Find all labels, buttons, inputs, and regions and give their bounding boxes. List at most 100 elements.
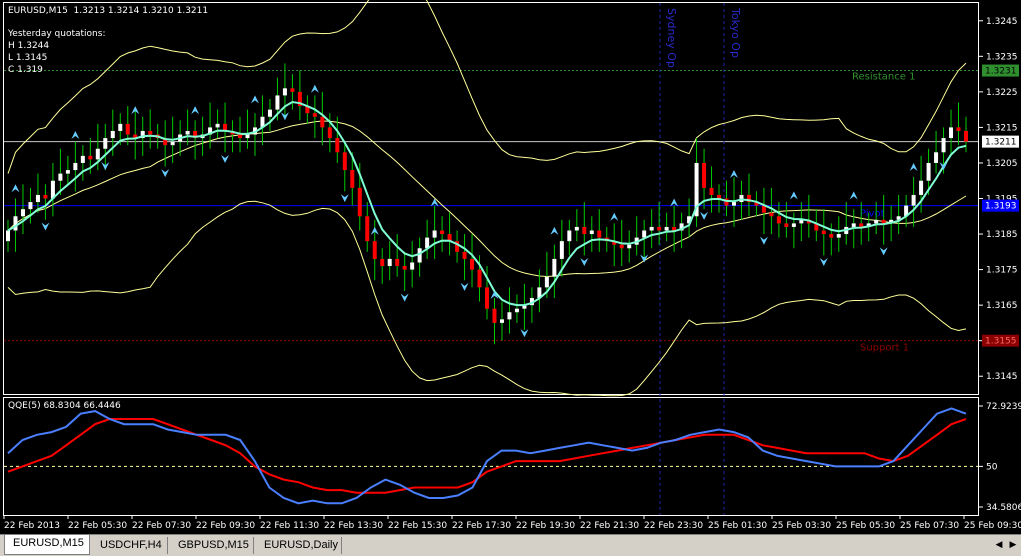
bull-candle [926,162,931,181]
bull-candle [941,138,946,153]
time-axis-label: 22 Feb 17:30 [452,521,511,531]
time-axis-label: 22 Feb 15:30 [388,521,447,531]
bear-candle [320,116,325,128]
pivot-price-tag: 1.3193 [985,202,1017,212]
tab-eurusd-daily[interactable]: EURUSD,Daily [256,537,342,554]
bear-candle [582,226,587,235]
bear-candle [335,138,340,153]
bear-candle [350,170,355,188]
bear-candle [964,130,968,142]
tab-gbpusd-m15[interactable]: GBPUSD,M15 [170,537,254,554]
buy-arrow-icon [71,130,80,139]
sell-arrow-icon [520,329,529,338]
bull-candle [642,230,647,238]
bull-candle [589,230,594,235]
buy-arrow-icon [729,170,738,179]
price-axis-label: 1.3245 [986,17,1018,27]
bull-candle [911,194,916,206]
time-axis-label: 22 Feb 05:30 [68,521,127,531]
current-price-tag: 1.3211 [985,138,1017,148]
yesterday-high: H 1.3244 [8,41,50,51]
bear-candle [776,216,781,224]
bull-candle [627,244,632,249]
bear-candle [238,134,243,139]
bull-candle [552,258,557,277]
price-axis-label: 1.3205 [986,159,1018,169]
buy-arrow-icon [191,106,200,115]
bull-candle [731,202,736,206]
buy-arrow-icon [610,212,619,221]
bear-candle [43,194,48,199]
bear-candle [440,230,445,235]
bull-candle [6,230,10,242]
bear-candle [619,244,624,249]
bull-candle [874,219,879,224]
yesterday-heading: Yesterday quotations: [8,29,106,39]
bear-candle [125,123,130,135]
sell-arrow-icon [819,258,828,267]
bear-candle [769,212,774,217]
buy-arrow-icon [550,226,559,235]
buy-arrow-icon [11,184,20,193]
bull-candle [417,248,422,263]
bear-candle [372,241,377,259]
time-axis-label: 22 Feb 13:30 [324,521,383,531]
bull-candle [35,194,40,203]
qqe-fast-line [7,407,967,505]
bear-candle [365,216,370,242]
price-axis-label: 1.3165 [986,301,1018,311]
bear-candle [597,230,602,238]
tab-scroll-right-icon[interactable]: ▶ [1007,539,1019,551]
chart-tab-bar: EURUSD,M15 USDCHF,H4 GBPUSD,M15 EURUSD,D… [0,534,1021,556]
chart-area[interactable]: Sydney Op Tokyo Op Resistance 1 Support 1 Pi… [0,0,1021,534]
yesterday-low: L 1.3145 [8,53,48,63]
qqe-title: QQE(5) 68.8304 66.4446 [8,401,121,411]
time-axis-label: 22 Feb 09:30 [196,521,255,531]
time-axis-label: 22 Feb 21:30 [580,521,639,531]
bull-candle [282,88,287,96]
bull-candle [73,162,78,171]
time-axis-label: 22 Feb 07:30 [132,521,191,531]
bull-candle [275,95,280,110]
time-axis-label: 25 Feb 07:30 [900,521,959,531]
bull-candle [65,170,70,174]
bull-candle [410,262,415,270]
bull-candle [387,258,392,267]
bull-candle [432,230,437,238]
support-price-tag: 1.3155 [985,337,1017,347]
bull-candle [245,134,250,139]
bear-candle [395,258,400,267]
bear-candle [821,230,826,235]
bear-candle [402,266,407,270]
price-axis-label: 1.3235 [986,52,1018,62]
resistance-price-tag: 1.3231 [985,67,1017,77]
bull-candle [949,127,954,139]
bear-candle [492,308,497,323]
sell-arrow-icon [879,247,888,256]
price-chart[interactable]: Sydney Op Tokyo Op Resistance 1 Support 1 Pi… [0,0,1021,534]
bull-candle [80,155,85,163]
bull-candle [13,216,18,231]
time-axis-label: 22 Feb 23:30 [644,521,703,531]
bull-candle [28,202,33,210]
bull-candle [851,223,856,227]
tab-usdchf-h4[interactable]: USDCHF,H4 [92,537,168,554]
buy-arrow-icon [789,191,798,200]
buy-arrow-icon [250,95,259,104]
bear-candle [88,155,93,160]
bear-candle [784,223,789,227]
chart-title: EURUSD,M15 1.3213 1.3214 1.3210 1.3211 [8,6,209,16]
time-axis-label: 22 Feb 2013 [4,521,60,531]
bear-candle [148,130,153,135]
tab-scroll-left-icon[interactable]: ◀ [993,539,1005,551]
bull-candle [574,226,579,231]
upper-band [7,0,967,174]
bull-candle [649,226,654,231]
tab-eurusd-m15[interactable]: EURUSD,M15 [4,535,90,555]
bear-candle [829,234,834,238]
bull-candle [185,130,190,135]
bull-candle [170,141,175,146]
resistance-label: Resistance 1 [852,72,915,83]
price-axis-label: 1.3185 [986,230,1018,240]
bear-candle [290,88,295,92]
